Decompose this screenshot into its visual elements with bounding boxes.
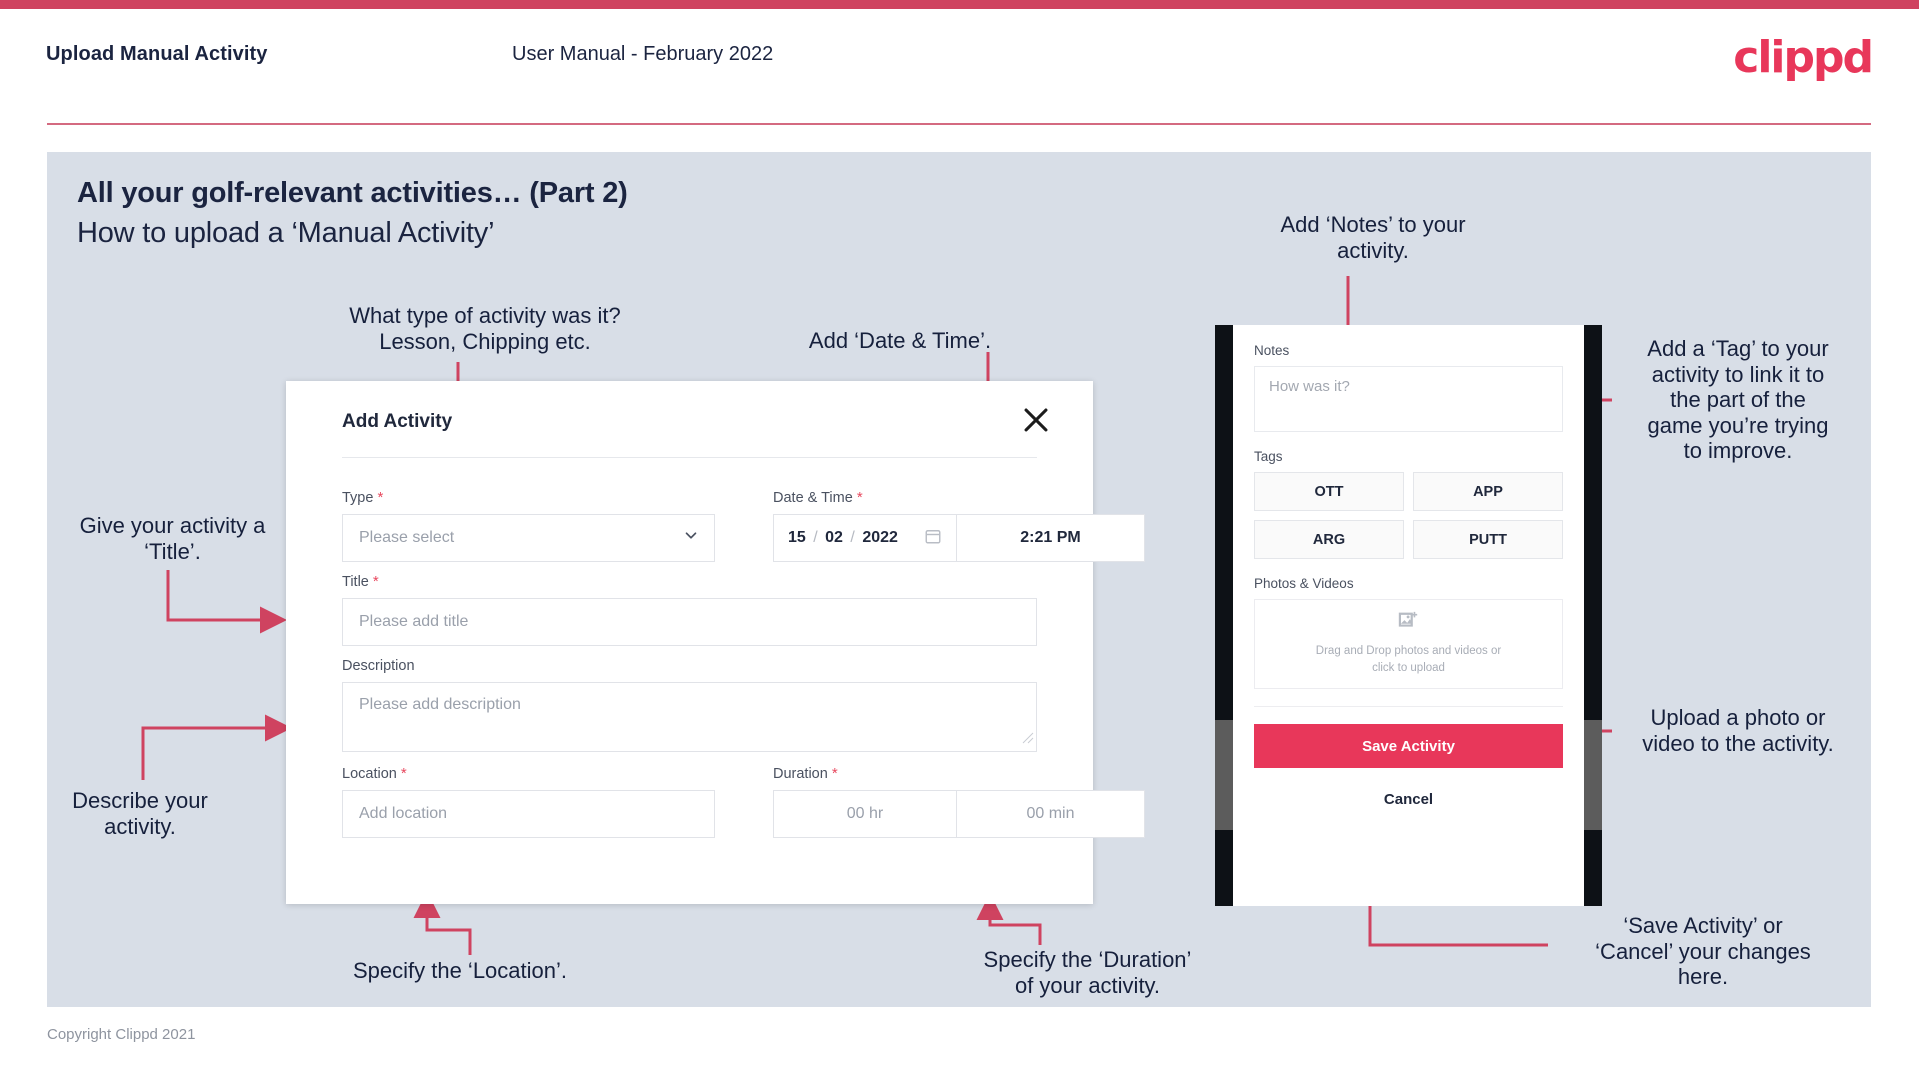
phone-screen: Notes How was it? Tags OTT APP ARG PUTT … xyxy=(1233,325,1584,906)
clippd-logo: clippd xyxy=(1733,32,1874,83)
annotation-type: What type of activity was it? Lesson, Ch… xyxy=(349,303,621,354)
date-day: 15 xyxy=(788,529,806,546)
title-input[interactable]: Please add title xyxy=(342,598,1037,646)
date-input[interactable]: 15 / 02 / 2022 xyxy=(773,514,957,562)
save-activity-button[interactable]: Save Activity xyxy=(1254,724,1563,768)
annotation-tags: Add a ‘Tag’ to your activity to link it … xyxy=(1647,336,1829,464)
dropzone-text: Drag and Drop photos and videos or click… xyxy=(1315,644,1502,674)
field-type: Type * Please select xyxy=(342,489,715,562)
duration-hours-input[interactable]: 00 hr xyxy=(773,790,957,838)
tags-label: Tags xyxy=(1254,449,1283,464)
close-icon[interactable] xyxy=(1019,403,1053,437)
header-divider xyxy=(47,123,1871,125)
add-image-icon xyxy=(1398,611,1420,636)
annotation-upload: Upload a photo or video to the activity. xyxy=(1642,705,1834,756)
title-placeholder: Please add title xyxy=(359,613,469,630)
resize-grip-icon[interactable] xyxy=(1022,731,1034,749)
tag-app[interactable]: APP xyxy=(1413,472,1563,511)
field-location-label: Location * xyxy=(342,765,407,782)
photo-dropzone[interactable]: Drag and Drop photos and videos or click… xyxy=(1254,599,1563,689)
field-duration: Duration * 00 hr 00 min xyxy=(773,765,1145,838)
add-activity-modal: Add Activity Type * Please select Date &… xyxy=(286,381,1145,904)
annotation-notes: Add ‘Notes’ to your activity. xyxy=(1280,212,1466,263)
slide-page: Upload Manual Activity User Manual - Feb… xyxy=(0,0,1919,1079)
footer-copyright: Copyright Clippd 2021 xyxy=(47,1026,196,1043)
description-textarea[interactable]: Please add description xyxy=(342,682,1037,752)
type-select-placeholder: Please select xyxy=(359,529,455,546)
field-location: Location * Add location xyxy=(342,765,715,838)
slide-heading: All your golf-relevant activities… (Part… xyxy=(77,177,628,209)
header-subtitle: User Manual - February 2022 xyxy=(512,43,774,65)
top-accent-stripe xyxy=(0,0,1919,9)
annotation-save: ‘Save Activity’ or ‘Cancel’ your changes… xyxy=(1595,913,1811,990)
tag-putt[interactable]: PUTT xyxy=(1413,520,1563,559)
tag-ott[interactable]: OTT xyxy=(1254,472,1404,511)
notes-placeholder: How was it? xyxy=(1269,378,1350,395)
cancel-button[interactable]: Cancel xyxy=(1254,791,1563,808)
location-input[interactable]: Add location xyxy=(342,790,715,838)
phone-volume-button-left xyxy=(1215,720,1233,830)
field-description-label: Description xyxy=(342,658,415,674)
tag-arg[interactable]: ARG xyxy=(1254,520,1404,559)
field-datetime-label: Date & Time * xyxy=(773,489,863,506)
type-select[interactable]: Please select xyxy=(342,514,715,562)
field-description: Description Please add description xyxy=(342,658,1037,752)
annotation-datetime: Add ‘Date & Time’. xyxy=(808,328,992,353)
modal-title: Add Activity xyxy=(342,411,453,432)
annotation-duration: Specify the ‘Duration’ of your activity. xyxy=(983,947,1192,998)
location-placeholder: Add location xyxy=(359,805,448,822)
description-placeholder: Please add description xyxy=(359,696,521,713)
time-input[interactable]: 2:21 PM xyxy=(957,514,1145,562)
field-datetime: Date & Time * 15 / 02 / 2022 2:21 PM xyxy=(773,489,1145,562)
date-year: 2022 xyxy=(862,529,898,546)
phone-mockup: Notes How was it? Tags OTT APP ARG PUTT … xyxy=(1215,325,1602,906)
annotation-location: Specify the ‘Location’. xyxy=(352,958,568,983)
field-duration-label: Duration * xyxy=(773,765,838,782)
annotation-description: Describe your activity. xyxy=(72,788,208,839)
field-title-label: Title * xyxy=(342,573,379,590)
date-month: 02 xyxy=(825,529,843,546)
notes-textarea[interactable]: How was it? xyxy=(1254,366,1563,432)
calendar-icon[interactable] xyxy=(924,527,942,550)
field-title: Title * Please add title xyxy=(342,573,1037,646)
header-title: Upload Manual Activity xyxy=(46,43,268,65)
duration-minutes-input[interactable]: 00 min xyxy=(957,790,1145,838)
field-type-label: Type * xyxy=(342,489,384,506)
time-value: 2:21 PM xyxy=(1020,529,1081,546)
slide-subheading: How to upload a ‘Manual Activity’ xyxy=(77,217,495,249)
notes-label: Notes xyxy=(1254,343,1290,358)
chevron-down-icon xyxy=(682,527,700,550)
phone-power-button-right xyxy=(1584,720,1602,830)
annotation-title: Give your activity a ‘Title’. xyxy=(79,513,266,564)
phone-divider xyxy=(1254,706,1563,707)
modal-divider xyxy=(342,457,1037,458)
photos-label: Photos & Videos xyxy=(1254,576,1354,591)
tags-grid: OTT APP ARG PUTT xyxy=(1254,472,1563,559)
